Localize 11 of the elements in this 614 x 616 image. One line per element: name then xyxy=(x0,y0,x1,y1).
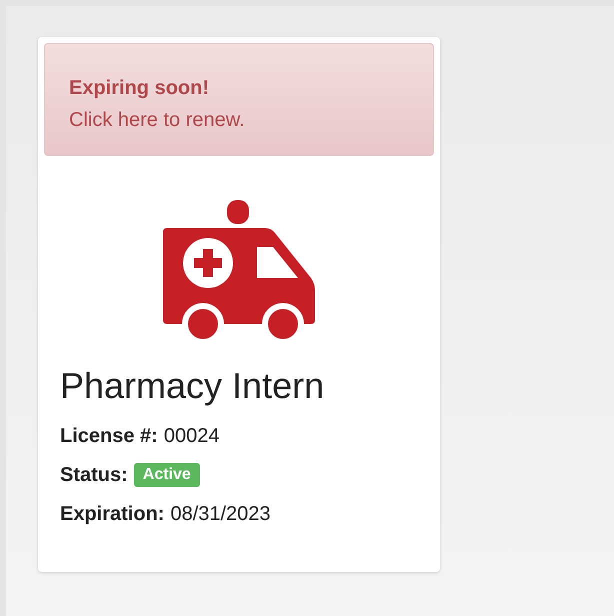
field-value: 08/31/2023 xyxy=(170,502,271,526)
renew-alert[interactable]: Expiring soon! Click here to renew. xyxy=(44,43,434,156)
ambulance-icon xyxy=(161,200,317,340)
alert-text: Click here to renew. xyxy=(69,108,246,133)
field-value: 00024 xyxy=(164,424,220,448)
field-label: Expiration: xyxy=(60,502,164,526)
license-title: Pharmacy Intern xyxy=(60,364,326,408)
status-badge: Active xyxy=(134,462,200,486)
field-label: License #: xyxy=(60,424,158,448)
field-label: Status: xyxy=(60,462,128,488)
alert-title: Expiring soon! xyxy=(69,76,210,101)
